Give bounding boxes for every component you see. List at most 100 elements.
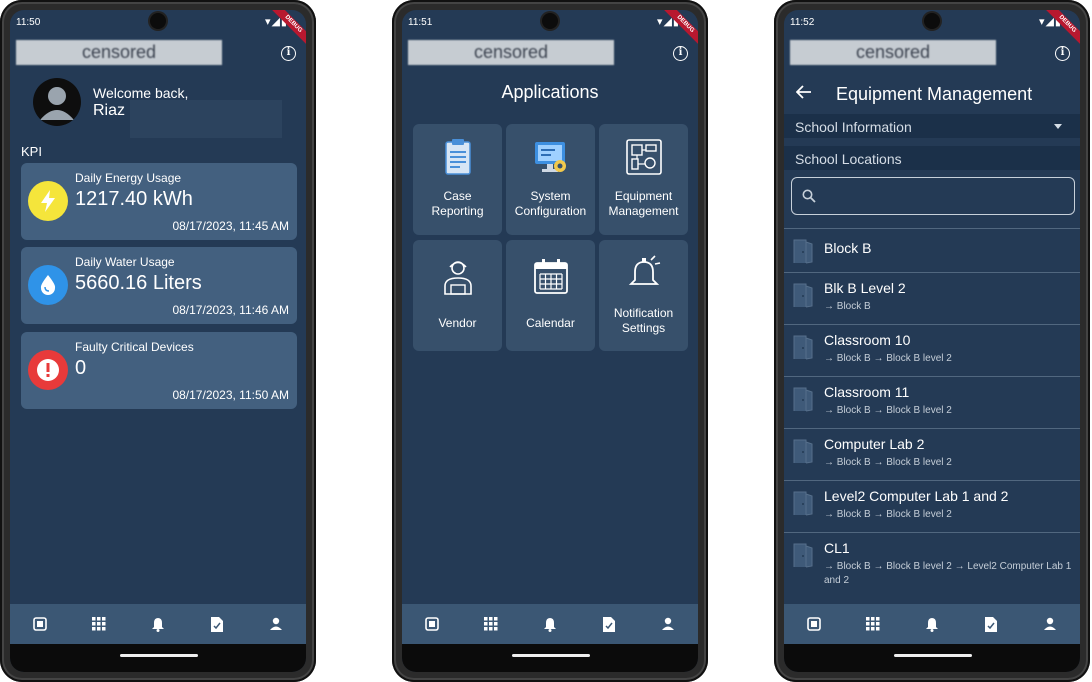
info-icon[interactable]: i [673,46,688,61]
nav-profile[interactable] [256,606,296,642]
nav-profile[interactable] [648,606,688,642]
app-calendar[interactable]: Calendar [506,240,595,351]
app-label: Reporting [431,204,484,218]
app-label: Notification [613,306,674,320]
app-equipment-management[interactable]: Equipment Management [599,124,688,235]
phone-applications: 11:51 ▾◢▮ DEBUG censored i Applications … [392,0,708,682]
nav-reports[interactable] [971,606,1011,642]
app-label: Configuration [514,204,587,218]
info-icon[interactable]: i [281,46,296,61]
search-field[interactable] [791,177,1075,215]
page-header: Equipment Management [784,80,1080,110]
front-camera [924,13,940,29]
kpi-card-energy[interactable]: Daily Energy Usage 1217.40 kWh 08/17/202… [21,163,297,240]
nav-dashboard[interactable] [412,606,452,642]
app-label: Vendor [438,316,477,330]
phone-equipment-management: 11:52 ▾◢▮ DEBUG censored i Equipment Man… [774,0,1090,682]
apps-grid-icon [91,617,106,631]
gesture-bar [784,644,1080,672]
app-system-configuration[interactable]: System Configuration [506,124,595,235]
profile-icon [270,617,283,630]
nav-notifications[interactable] [912,606,952,642]
location-path: → Block B → Block B level 2 [824,353,952,364]
dashboard-icon [32,617,47,631]
location-name: Block B [824,240,872,256]
kpi-card-faulty-devices[interactable]: Faulty Critical Devices 0 08/17/2023, 11… [21,332,297,409]
nav-reports[interactable] [197,606,237,642]
school-information-dropdown[interactable]: School Information [784,114,1080,138]
nav-notifications[interactable] [138,606,178,642]
nav-profile[interactable] [1030,606,1070,642]
nav-dashboard[interactable] [20,606,60,642]
front-camera [150,13,166,29]
door-icon [793,439,813,464]
bell-icon [925,617,938,632]
door-icon [793,283,813,308]
nav-notifications[interactable] [530,606,570,642]
nav-apps[interactable] [79,606,119,642]
report-icon [985,616,998,632]
report-icon [603,616,616,632]
circuit-board-icon [626,139,662,175]
list-item[interactable]: Level2 Computer Lab 1 and 2 → Block B → … [784,480,1080,532]
apps-grid-icon [865,617,880,631]
status-time: 11:52 [790,17,815,28]
location-name: Blk B Level 2 [824,280,906,296]
kpi-value: 5660.16 Liters [75,272,202,294]
location-path: → Block B [824,301,871,312]
username: Riaz [93,102,126,119]
calendar-icon [534,259,568,294]
home-indicator[interactable] [512,654,590,657]
bottom-nav [10,604,306,644]
kpi-card-water[interactable]: Daily Water Usage 5660.16 Liters 08/17/2… [21,247,297,324]
location-name: Classroom 10 [824,332,911,348]
kpi-value: 1217.40 kWh [75,188,193,210]
avatar[interactable] [33,78,81,126]
home-indicator[interactable] [894,654,972,657]
list-item[interactable]: Blk B Level 2 → Block B [784,272,1080,324]
apps-grid-icon [483,617,498,631]
nav-apps[interactable] [471,606,511,642]
applications-screen: 11:51 ▾◢▮ DEBUG censored i Applications … [402,10,698,672]
kpi-timestamp: 08/17/2023, 11:50 AM [172,388,289,402]
alert-icon [28,350,68,390]
dropdown-label: School Information [795,119,912,135]
search-input[interactable] [820,184,1065,208]
status-time: 11:50 [16,17,41,28]
lightning-icon [28,181,68,221]
dashboard-screen: 11:50 ▾◢▮ DEBUG censored i Welcome back,… [10,10,306,672]
back-arrow-icon[interactable] [796,84,812,100]
home-indicator[interactable] [120,654,198,657]
list-item[interactable]: Block B [784,228,1080,272]
location-path: → Block B → Block B level 2 [824,509,952,520]
status-bar: 11:52 ▾◢▮ DEBUG [784,10,1080,53]
list-item[interactable]: Classroom 11 → Block B → Block B level 2 [784,376,1080,428]
redacted-block [130,100,282,138]
location-path: → Block B → Block B level 2 [824,457,952,468]
brand-logo: censored [16,40,222,65]
list-item[interactable]: CL1 → Block B → Block B level 2 → Level2… [784,532,1080,600]
kpi-heading: KPI [21,144,42,159]
list-item[interactable]: Computer Lab 2 → Block B → Block B level… [784,428,1080,480]
app-notification-settings[interactable]: Notification Settings [599,240,688,351]
nav-dashboard[interactable] [794,606,834,642]
kpi-title: Faulty Critical Devices [75,340,194,354]
app-case-reporting[interactable]: Case Reporting [413,124,502,235]
search-icon [802,189,816,203]
info-icon[interactable]: i [1055,46,1070,61]
location-path: → Block B → Block B level 2 → Level2 Com… [824,561,1072,586]
gesture-bar [402,644,698,672]
page-title: Equipment Management [836,84,1033,104]
dashboard-icon [806,617,821,631]
gesture-bar [10,644,306,672]
kpi-value: 0 [75,357,87,379]
location-name: Classroom 11 [824,384,910,400]
brand-logo: censored [408,40,614,65]
nav-reports[interactable] [589,606,629,642]
location-path: → Block B → Block B level 2 [824,405,952,416]
equipment-management-screen: 11:52 ▾◢▮ DEBUG censored i Equipment Man… [784,10,1080,672]
list-item[interactable]: Classroom 10 → Block B → Block B level 2 [784,324,1080,376]
app-vendor[interactable]: Vendor [413,240,502,351]
nav-apps[interactable] [853,606,893,642]
location-name: Computer Lab 2 [824,436,925,452]
